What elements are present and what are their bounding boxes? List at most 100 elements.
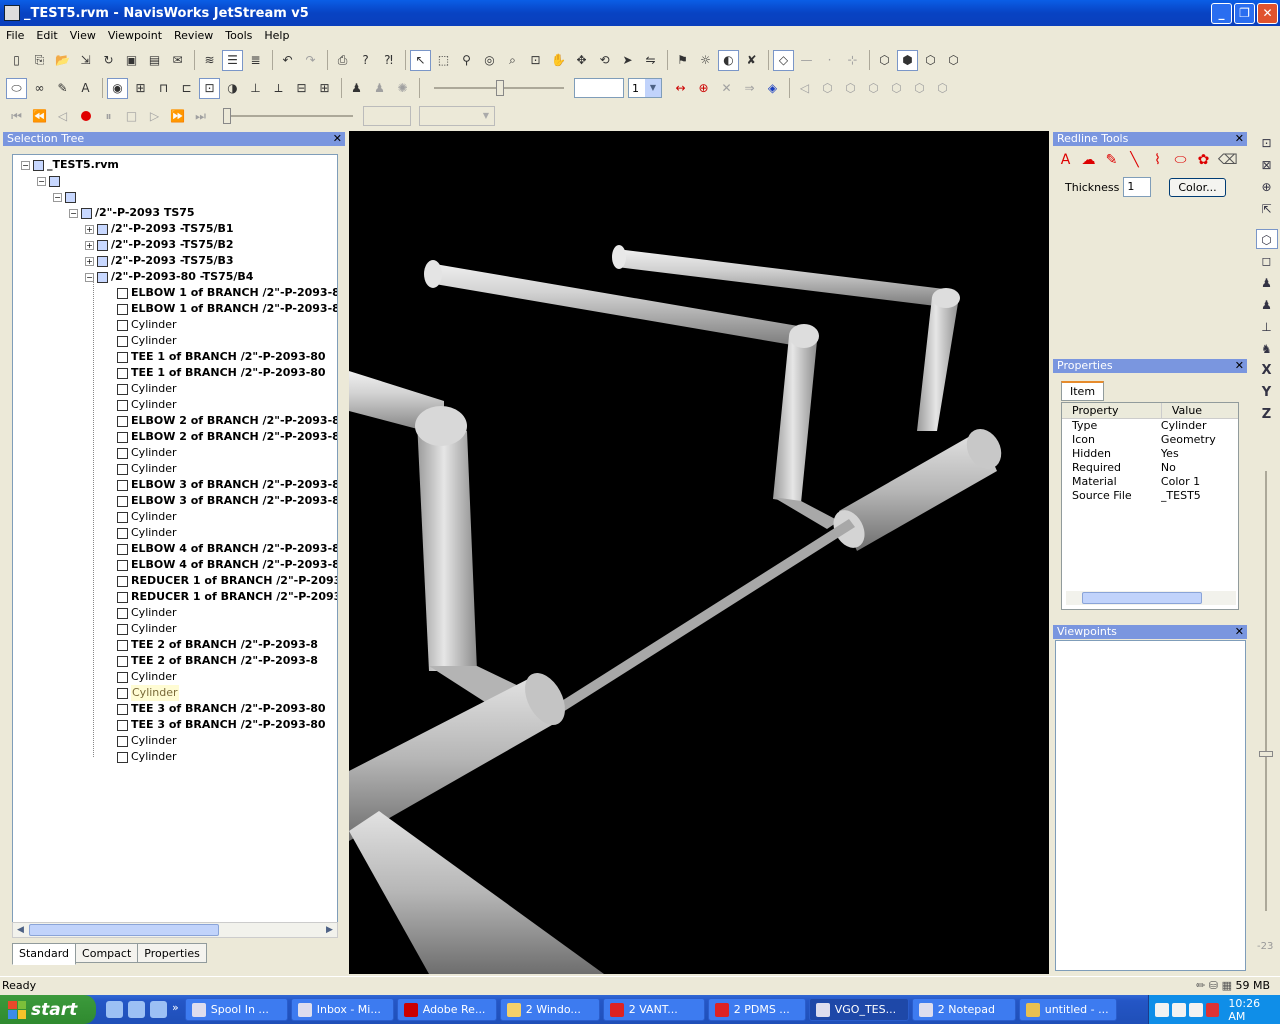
- firefox-icon[interactable]: [150, 1001, 167, 1018]
- scroll-right-icon[interactable]: ▶: [322, 923, 337, 937]
- select-box-icon[interactable]: ⬚: [433, 50, 454, 71]
- sets-icon[interactable]: ≣: [245, 50, 266, 71]
- task-paint[interactable]: untitled - ...: [1018, 998, 1117, 1021]
- points-icon[interactable]: ⬡: [920, 50, 941, 71]
- stairs-icon[interactable]: ⊥: [1256, 317, 1278, 337]
- vertical-slider-thumb[interactable]: [1259, 751, 1273, 757]
- tab-properties[interactable]: Properties: [137, 943, 207, 963]
- new-icon[interactable]: ▯: [6, 50, 27, 71]
- collision-icon[interactable]: ✺: [392, 78, 413, 99]
- globe-icon[interactable]: ◑: [222, 78, 243, 99]
- turntable-icon[interactable]: ⇋: [640, 50, 661, 71]
- open-icon[interactable]: 📂: [52, 50, 73, 71]
- measure-distance-icon[interactable]: ↔: [670, 78, 691, 99]
- menu-viewpoint[interactable]: Viewpoint: [102, 29, 168, 42]
- select-icon[interactable]: ↖: [410, 49, 431, 71]
- tree-row[interactable]: ELBOW 2 of BRANCH /2"-P-2093-80: [117, 413, 337, 429]
- tree-row[interactable]: TEE 2 of BRANCH /2"-P-2093-8: [117, 653, 318, 669]
- orbit-icon[interactable]: ✥: [571, 50, 592, 71]
- axis-y-button[interactable]: Y: [1256, 383, 1278, 403]
- viewpoints-list[interactable]: [1055, 640, 1246, 971]
- tab-standard[interactable]: Standard: [12, 943, 77, 965]
- axis-z-button[interactable]: Z: [1256, 405, 1278, 425]
- surfaces-icon[interactable]: ⬡: [874, 50, 895, 71]
- save-icon[interactable]: ▣: [121, 50, 142, 71]
- box-back-icon[interactable]: ⬡: [886, 78, 907, 99]
- render-points-icon[interactable]: ⊹: [842, 50, 863, 71]
- property-row[interactable]: Source File _TEST5: [1062, 489, 1238, 503]
- close-icon[interactable]: ✕: [1235, 359, 1244, 373]
- speed-field[interactable]: [574, 78, 624, 98]
- context-help-icon[interactable]: ⁈: [378, 50, 399, 71]
- task-adobe-reader[interactable]: Adobe Re...: [396, 998, 497, 1021]
- box-bottom-icon[interactable]: ⬡: [840, 78, 861, 99]
- tree-row[interactable]: Cylinder: [117, 445, 177, 461]
- tree-row[interactable]: −: [53, 189, 79, 205]
- close-icon[interactable]: ✕: [333, 132, 342, 146]
- tree-row[interactable]: TEE 1 of BRANCH /2"-P-2093-80: [117, 349, 326, 365]
- append-icon[interactable]: ⎘: [29, 50, 50, 71]
- redo-icon[interactable]: ↷: [300, 50, 321, 71]
- eraser-icon[interactable]: ⌫: [1218, 152, 1238, 169]
- messenger-icon[interactable]: [1188, 1002, 1203, 1017]
- animation-slider[interactable]: [223, 106, 353, 126]
- people-icon[interactable]: ♟: [346, 78, 367, 99]
- tree-row[interactable]: ELBOW 4 of BRANCH /2"-P-2093-80: [117, 557, 337, 573]
- target-icon[interactable]: ◈: [762, 78, 783, 99]
- column-value[interactable]: Value: [1160, 403, 1238, 418]
- collapse-icon[interactable]: −: [53, 192, 62, 202]
- tree-row[interactable]: Cylinder: [117, 621, 177, 637]
- property-row[interactable]: Icon Geometry: [1062, 433, 1238, 447]
- clash-icon[interactable]: ⟂: [268, 78, 289, 99]
- email-icon[interactable]: ✉: [167, 50, 188, 71]
- collapse-icon[interactable]: −: [37, 176, 46, 186]
- property-row[interactable]: Hidden Yes: [1062, 447, 1238, 461]
- box-front-icon[interactable]: ⬡: [863, 78, 884, 99]
- tab-compact[interactable]: Compact: [75, 943, 139, 963]
- selection-tree-icon[interactable]: ☰: [222, 49, 243, 71]
- link-icon[interactable]: ∞: [29, 78, 50, 99]
- focus-icon[interactable]: ⊕: [1256, 177, 1278, 197]
- head-light-icon[interactable]: ◐: [718, 49, 739, 71]
- tree-row[interactable]: Cylinder: [117, 333, 177, 349]
- play-icon[interactable]: ▷: [144, 106, 165, 127]
- box-right-icon[interactable]: ⬡: [932, 78, 953, 99]
- expand-icon[interactable]: +: [85, 256, 94, 266]
- tree-row[interactable]: TEE 2 of BRANCH /2"-P-2093-8: [117, 637, 318, 653]
- cloud-icon[interactable]: ☁: [1080, 152, 1097, 169]
- text-icon[interactable]: A: [75, 78, 96, 99]
- collapse-icon[interactable]: −: [69, 208, 78, 218]
- box-top-icon[interactable]: ⬡: [817, 78, 838, 99]
- help-icon[interactable]: ?: [355, 50, 376, 71]
- view-box-icon[interactable]: ◻: [1256, 251, 1278, 271]
- property-row[interactable]: Required No: [1062, 461, 1238, 475]
- menu-edit[interactable]: Edit: [30, 29, 63, 42]
- menu-review[interactable]: Review: [168, 29, 219, 42]
- text-icon[interactable]: A: [1057, 152, 1074, 169]
- expand-icon[interactable]: +: [85, 224, 94, 234]
- tree-row[interactable]: + /2"-P-2093 -TS75/B1: [85, 221, 234, 237]
- maximize-button[interactable]: ❐: [1234, 3, 1255, 24]
- tab-item[interactable]: Item: [1061, 381, 1105, 401]
- section-plane-icon[interactable]: ◁: [794, 78, 815, 99]
- tree-row[interactable]: REDUCER 1 of BRANCH /2"-P-2093-8: [117, 573, 337, 589]
- step-forward-icon[interactable]: ⏩: [167, 106, 188, 127]
- view-3d-icon[interactable]: ⬡: [1255, 229, 1278, 249]
- pause-icon[interactable]: ⏸: [98, 106, 119, 127]
- app-icon[interactable]: [4, 5, 20, 21]
- step-back-icon[interactable]: ⏪: [29, 106, 50, 127]
- run-icon[interactable]: ♞: [1256, 339, 1278, 359]
- refresh-icon[interactable]: ↻: [98, 50, 119, 71]
- ie-icon[interactable]: [128, 1001, 145, 1018]
- close-button[interactable]: ✕: [1257, 3, 1278, 24]
- walk-icon[interactable]: ⚲: [456, 50, 477, 71]
- tree-row[interactable]: ELBOW 3 of BRANCH /2"-P-2093-80: [117, 477, 337, 493]
- task-spool-in[interactable]: Spool In ...: [184, 998, 288, 1021]
- pan-icon[interactable]: ✋: [548, 50, 569, 71]
- properties-scrollbar[interactable]: [1066, 591, 1236, 605]
- snap-icon[interactable]: ⬡: [943, 50, 964, 71]
- render-hidden-icon[interactable]: ·: [819, 50, 840, 71]
- tree-row[interactable]: + /2"-P-2093 -TS75/B2: [85, 237, 234, 253]
- person-icon[interactable]: ♟: [1256, 273, 1278, 293]
- undo-icon[interactable]: ↶: [277, 50, 298, 71]
